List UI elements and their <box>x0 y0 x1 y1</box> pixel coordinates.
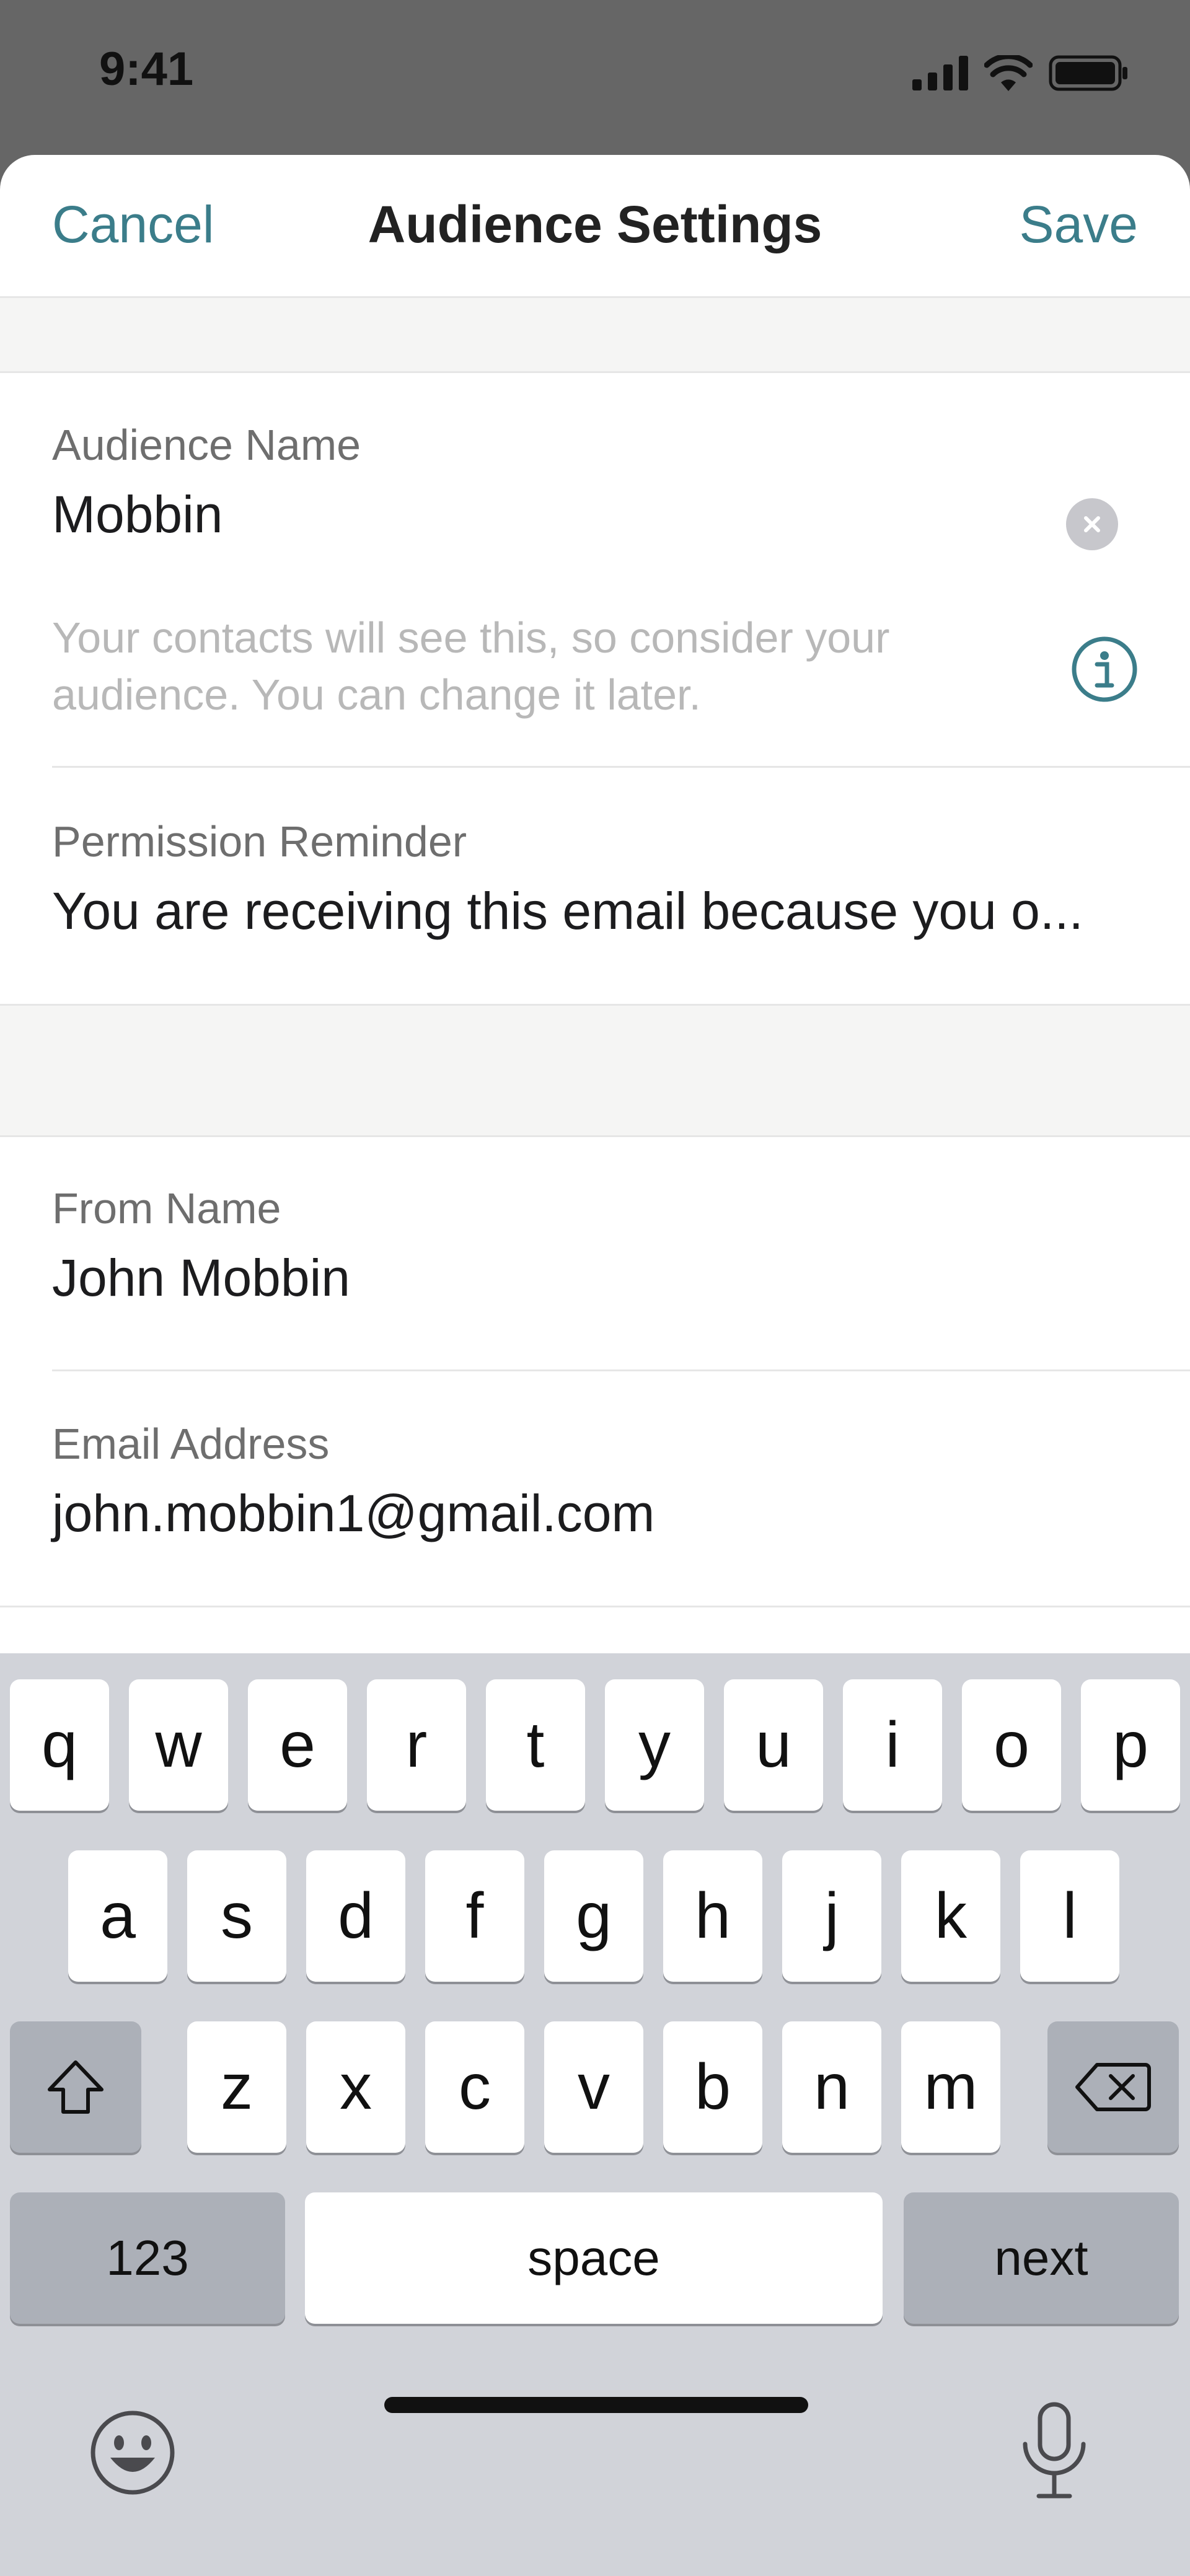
from-name-label: From Name <box>52 1184 281 1233</box>
key-j[interactable]: j <box>782 1850 881 1982</box>
emoji-icon[interactable] <box>88 2408 177 2497</box>
permission-reminder-label: Permission Reminder <box>52 817 467 866</box>
key-u[interactable]: u <box>724 1679 823 1811</box>
key-r[interactable]: r <box>367 1679 466 1811</box>
home-indicator <box>384 2397 808 2413</box>
audience-name-label: Audience Name <box>52 421 361 469</box>
key-y[interactable]: y <box>605 1679 704 1811</box>
key-e[interactable]: e <box>248 1679 347 1811</box>
key-g[interactable]: g <box>544 1850 643 1982</box>
shift-key[interactable] <box>10 2021 141 2153</box>
delete-key[interactable] <box>1047 2021 1179 2153</box>
space-key[interactable]: space <box>305 2192 883 2324</box>
divider <box>52 1369 1190 1371</box>
key-d[interactable]: d <box>306 1850 405 1982</box>
key-a[interactable]: a <box>68 1850 167 1982</box>
key-s[interactable]: s <box>187 1850 286 1982</box>
close-icon <box>1084 516 1100 532</box>
save-button[interactable]: Save <box>1020 195 1138 255</box>
microphone-icon[interactable] <box>1016 2401 1092 2502</box>
clear-text-button[interactable] <box>1066 498 1118 550</box>
key-c[interactable]: c <box>425 2021 524 2153</box>
next-key[interactable]: next <box>904 2192 1179 2324</box>
email-address-input[interactable]: john.mobbin1@gmail.com <box>52 1484 1190 1544</box>
audience-name-field[interactable]: Audience Name Mobbin <box>52 420 1190 545</box>
shift-icon <box>48 2060 104 2114</box>
battery-icon <box>1049 55 1127 91</box>
key-p[interactable]: p <box>1081 1679 1180 1811</box>
wifi-icon <box>984 55 1033 91</box>
numbers-key[interactable]: 123 <box>10 2192 285 2324</box>
audience-name-input[interactable]: Mobbin <box>52 485 1190 545</box>
section-spacer <box>0 1004 1190 1137</box>
key-m[interactable]: m <box>901 2021 1000 2153</box>
audience-settings-sheet: Audience Settings Cancel Save Audience N… <box>0 155 1190 1653</box>
key-q[interactable]: q <box>10 1679 109 1811</box>
from-name-field[interactable]: From Name John Mobbin <box>52 1184 1190 1308</box>
backspace-icon <box>1075 2063 1151 2111</box>
info-icon[interactable] <box>1071 636 1138 703</box>
audience-name-helper-text: Your contacts will see this, so consider… <box>52 613 890 719</box>
divider <box>0 1606 1190 1607</box>
status-icons <box>912 55 1128 92</box>
cancel-button[interactable]: Cancel <box>52 195 214 255</box>
divider <box>52 766 1190 768</box>
nav-bar: Audience Settings Cancel Save <box>0 155 1190 296</box>
key-t[interactable]: t <box>486 1679 585 1811</box>
key-o[interactable]: o <box>962 1679 1061 1811</box>
status-time: 9:41 <box>99 43 194 95</box>
key-k[interactable]: k <box>901 1850 1000 1982</box>
key-f[interactable]: f <box>425 1850 524 1982</box>
email-address-label: Email Address <box>52 1420 330 1468</box>
from-name-input[interactable]: John Mobbin <box>52 1248 1190 1308</box>
key-n[interactable]: n <box>782 2021 881 2153</box>
email-address-field[interactable]: Email Address john.mobbin1@gmail.com <box>52 1419 1190 1544</box>
key-h[interactable]: h <box>663 1850 762 1982</box>
key-w[interactable]: w <box>129 1679 228 1811</box>
permission-reminder-value[interactable]: You are receiving this email because you… <box>52 881 1190 941</box>
key-z[interactable]: z <box>187 2021 286 2153</box>
key-v[interactable]: v <box>544 2021 643 2153</box>
status-bar: 9:41 <box>0 0 1190 155</box>
key-x[interactable]: x <box>306 2021 405 2153</box>
key-l[interactable]: l <box>1020 1850 1119 1982</box>
key-b[interactable]: b <box>663 2021 762 2153</box>
signal-icon <box>912 56 968 90</box>
on-screen-keyboard: q w e r t y u i o p a s d f g h j k l z … <box>0 1653 1190 2576</box>
permission-reminder-field[interactable]: Permission Reminder You are receiving th… <box>52 817 1190 941</box>
section-spacer <box>0 296 1190 373</box>
key-i[interactable]: i <box>843 1679 942 1811</box>
